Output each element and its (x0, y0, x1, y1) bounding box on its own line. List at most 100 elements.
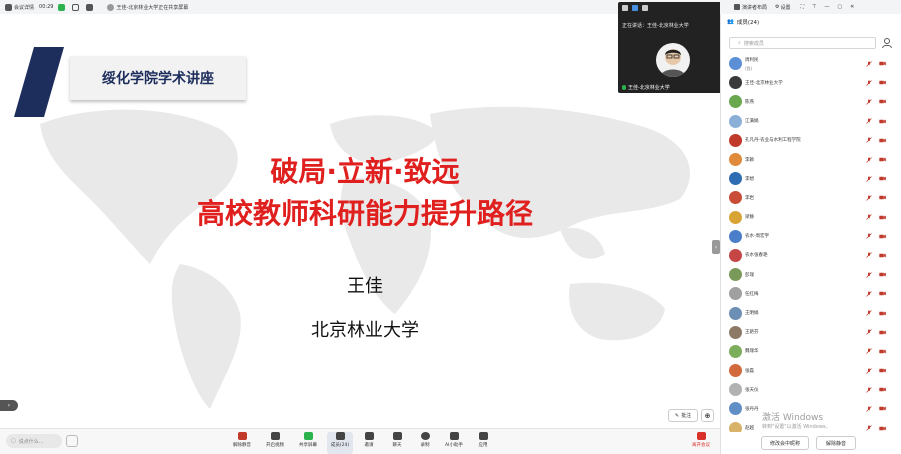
camera-off-icon[interactable] (879, 330, 886, 335)
camera-off-icon[interactable] (879, 406, 886, 411)
mute-button[interactable]: 解除静音 (229, 432, 255, 454)
mic-muted-icon[interactable] (866, 387, 872, 393)
grid-icon[interactable] (632, 5, 638, 11)
mic-muted-icon[interactable] (866, 175, 872, 182)
member-row[interactable]: 李想 (721, 169, 901, 188)
member-self-tag: (我) (745, 66, 753, 71)
member-row[interactable]: 农水张春艳 (721, 246, 901, 265)
apps-button[interactable]: 应用 (470, 432, 496, 454)
settings-button[interactable]: 设置 (781, 4, 791, 11)
mic-muted-icon[interactable] (866, 233, 872, 240)
camera-off-icon[interactable] (879, 311, 886, 316)
member-row[interactable]: 张天仪 (721, 380, 901, 399)
member-row[interactable]: 陈燕 (721, 92, 901, 111)
minimize-icon[interactable]: — (824, 4, 829, 10)
maximize-icon[interactable]: ▢ (837, 4, 842, 10)
zoom-button[interactable]: ⊕ (701, 409, 714, 422)
member-row[interactable]: 梁静 (721, 208, 901, 227)
camera-off-icon[interactable] (879, 215, 886, 220)
mic-muted-icon[interactable] (866, 425, 872, 431)
mic-muted-icon[interactable] (866, 118, 872, 124)
mic-muted-icon[interactable] (866, 156, 872, 163)
members-button[interactable]: 成员(24) (327, 432, 353, 454)
mic-muted-icon[interactable] (866, 406, 872, 412)
mic-muted-icon[interactable] (866, 80, 872, 86)
meeting-window: 会议详情 00:29 王佳-北京林业大学正在共享屏幕 绥化学院学术讲座 破局·立… (0, 0, 901, 454)
member-row[interactable]: 彭瑞 (721, 265, 901, 284)
camera-off-icon[interactable] (879, 195, 886, 200)
chat-button[interactable]: 聊天 (384, 432, 410, 454)
unmute-all-button[interactable]: 解除静音 (816, 436, 856, 450)
pin-icon[interactable]: ⊤ (812, 4, 816, 10)
member-name: 江满娟 (745, 119, 759, 125)
speaker-video-window[interactable]: 正在讲话：王佳-北京林业大学 王佳-北京林业大学 (618, 2, 730, 93)
member-name: 陈燕 (745, 99, 754, 105)
member-row[interactable]: 李岩 (721, 188, 901, 207)
camera-off-icon[interactable] (879, 138, 886, 143)
camera-off-icon[interactable] (879, 80, 886, 85)
member-row[interactable]: 王明娟 (721, 303, 901, 322)
record-status[interactable] (86, 3, 95, 11)
collapse-panel-button[interactable]: ‹ (712, 240, 720, 254)
leave-meeting-button[interactable]: 离开会议 (688, 432, 714, 454)
signal-indicator[interactable] (58, 3, 67, 11)
camera-off-icon[interactable] (879, 234, 886, 239)
camera-off-icon[interactable] (879, 61, 886, 66)
member-row[interactable]: 孔凡丹-农业与水利工程学院 (721, 131, 901, 150)
rename-button[interactable]: 修改会中昵称 (761, 436, 809, 450)
hand-raise-button[interactable] (66, 435, 78, 447)
camera-off-icon[interactable] (879, 291, 886, 296)
camera-off-icon[interactable] (879, 349, 886, 354)
camera-off-icon[interactable] (879, 387, 886, 392)
camera-off-icon[interactable] (879, 119, 886, 124)
share-screen-button[interactable]: 共享屏幕 (295, 432, 321, 454)
member-row[interactable]: 江满娟 (721, 112, 901, 131)
close-icon[interactable]: ✕ (850, 4, 854, 10)
camera-off-icon[interactable] (879, 157, 886, 162)
mic-muted-icon[interactable] (866, 329, 872, 335)
meeting-details-button[interactable]: 会议详情 (5, 3, 34, 11)
member-search-input[interactable]: ⌕ 搜索成员 (729, 37, 876, 49)
list-icon[interactable] (642, 5, 648, 11)
mic-muted-icon[interactable] (866, 214, 872, 220)
add-member-icon[interactable] (881, 37, 893, 49)
mic-muted-icon[interactable] (866, 60, 872, 67)
member-name: 彭瑞 (745, 272, 754, 278)
fullscreen-icon[interactable]: ⛶ (801, 4, 805, 10)
popout-button[interactable] (72, 3, 81, 11)
camera-off-icon[interactable] (879, 272, 886, 277)
camera-off-icon[interactable] (879, 426, 886, 431)
mic-muted-icon[interactable] (866, 348, 872, 355)
invite-button[interactable]: 邀请 (356, 432, 382, 454)
camera-off-icon[interactable] (879, 368, 886, 373)
record-button[interactable]: 录制 (412, 432, 438, 454)
mic-muted-icon[interactable] (866, 367, 872, 374)
mic-muted-icon[interactable] (866, 252, 872, 259)
member-row[interactable]: 周利民 (我) (721, 54, 901, 73)
chat-input[interactable]: ▢ 说点什么... (6, 434, 62, 448)
camera-off-icon[interactable] (879, 176, 886, 181)
expand-left-button[interactable]: › (0, 400, 18, 411)
minimize-icon[interactable] (622, 5, 628, 11)
mic-muted-icon[interactable] (866, 310, 872, 316)
member-row[interactable]: 任红梅 (721, 284, 901, 303)
members-panel-title: 👥 成员(24) (727, 18, 759, 26)
mic-muted-icon[interactable] (866, 137, 872, 144)
mic-muted-icon[interactable] (866, 271, 872, 278)
member-row[interactable]: 张磊 (721, 361, 901, 380)
member-row[interactable]: 王佳-北京林业大学 (721, 73, 901, 92)
member-row[interactable]: 王艳芬 (721, 323, 901, 342)
mic-muted-icon[interactable] (866, 195, 872, 201)
ai-assistant-button[interactable]: AI小助手 (441, 432, 467, 454)
camera-off-icon[interactable] (879, 253, 886, 258)
members-footer: 修改会中昵称 解除静音 (720, 432, 901, 454)
mic-muted-icon[interactable] (866, 99, 872, 105)
member-row[interactable]: 魏瑞华 (721, 342, 901, 361)
member-row[interactable]: 农水-周宏宇 (721, 227, 901, 246)
layout-button[interactable]: 演讲者布局 (742, 4, 767, 11)
camera-off-icon[interactable] (879, 99, 886, 104)
video-button[interactable]: 开启视频 (262, 432, 288, 454)
mic-muted-icon[interactable] (866, 291, 872, 297)
annotate-button[interactable]: ✎ 批注 (668, 409, 698, 422)
member-row[interactable]: 李颖 (721, 150, 901, 169)
